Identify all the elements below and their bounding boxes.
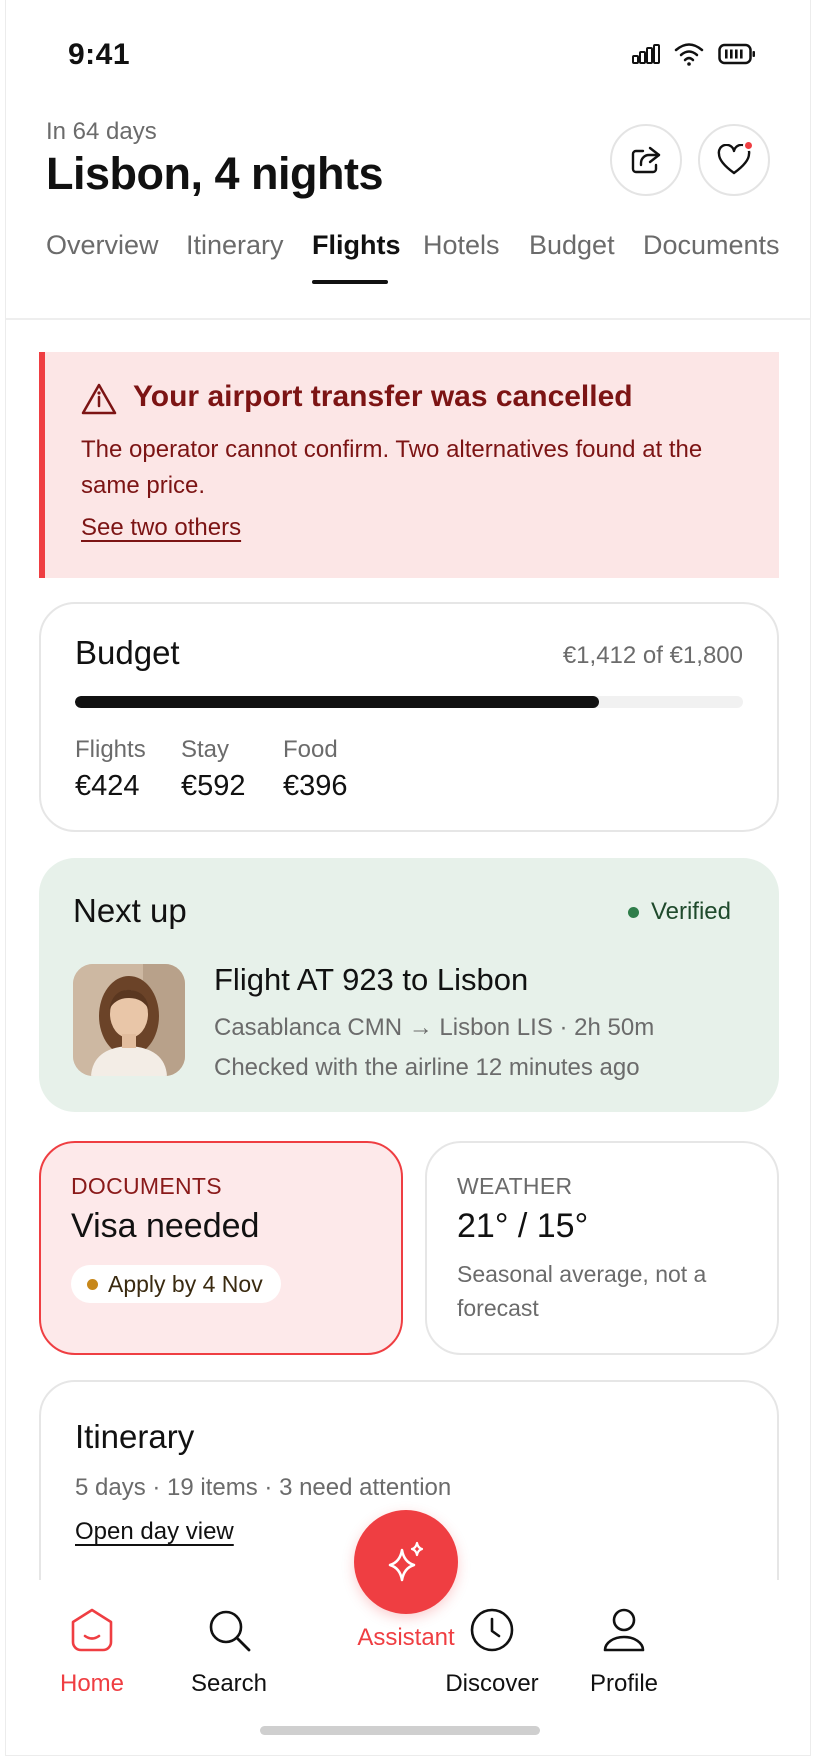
documents-caption: DOCUMENTS bbox=[71, 1173, 222, 1199]
person-photo bbox=[73, 964, 185, 1076]
status-bar: 9:41 bbox=[6, 0, 810, 110]
budget-category-value: €424 bbox=[75, 770, 140, 802]
wifi-icon bbox=[674, 43, 704, 66]
itinerary-title: Itinerary bbox=[75, 1418, 195, 1455]
notification-dot bbox=[743, 140, 754, 151]
weather-card[interactable]: WEATHER 21° / 15° Seasonal average, not … bbox=[425, 1141, 779, 1355]
tab-itinerary[interactable]: Itinerary bbox=[186, 230, 284, 261]
assistant-button[interactable] bbox=[354, 1510, 458, 1614]
budget-category-value: €592 bbox=[181, 770, 246, 802]
see-alternatives-link[interactable]: See two others bbox=[81, 514, 241, 542]
budget-category-stay: Stay €592 bbox=[181, 736, 246, 803]
tab-hotels[interactable]: Hotels bbox=[423, 230, 500, 261]
budget-category-value: €396 bbox=[283, 770, 348, 802]
search-icon bbox=[209, 1610, 251, 1652]
share-button[interactable] bbox=[610, 124, 682, 196]
alert-body: The operator cannot confirm. Two alterna… bbox=[81, 436, 703, 499]
weather-caption: WEATHER bbox=[457, 1173, 573, 1199]
flight-checked-status: Checked with the airline 12 minutes ago bbox=[214, 1054, 640, 1081]
budget-total: €1,412 of €1,800 bbox=[562, 642, 743, 669]
nav-profile[interactable]: Profile bbox=[554, 1600, 694, 1698]
next-up-card[interactable]: Next up Verified Flight AT 923 to Lisbon… bbox=[39, 858, 779, 1112]
documents-card[interactable]: DOCUMENTS Visa needed Apply by 4 Nov bbox=[39, 1141, 403, 1355]
budget-progress-bar bbox=[75, 696, 743, 708]
nav-home-label: Home bbox=[59, 1670, 125, 1697]
trip-tabs: Overview Itinerary Flights Hotels Budget… bbox=[6, 220, 810, 320]
sparkle-icon bbox=[388, 1541, 424, 1582]
home-indicator bbox=[260, 1726, 540, 1735]
next-up-title: Next up bbox=[73, 892, 187, 929]
verified-badge: Verified bbox=[627, 898, 731, 926]
assistant-label: Assistant bbox=[357, 1624, 455, 1651]
budget-progress-fill bbox=[75, 696, 599, 708]
status-icons bbox=[632, 42, 756, 66]
weather-note: Seasonal average, not a forecast bbox=[457, 1261, 707, 1321]
status-time: 9:41 bbox=[68, 38, 131, 71]
info-icon bbox=[81, 383, 117, 415]
nav-search-label: Search bbox=[190, 1670, 268, 1697]
budget-category-food: Food €396 bbox=[283, 736, 348, 803]
page-title: Lisbon, 4 nights bbox=[46, 148, 384, 199]
active-tab-indicator bbox=[312, 280, 388, 284]
verified-label: Verified bbox=[650, 898, 731, 925]
deadline-label: Apply by 4 Nov bbox=[108, 1270, 263, 1297]
tab-documents[interactable]: Documents bbox=[643, 230, 780, 261]
share-icon bbox=[631, 146, 661, 174]
nav-profile-label: Profile bbox=[589, 1670, 659, 1697]
signal-icon bbox=[632, 44, 660, 64]
tab-flights[interactable]: Flights bbox=[312, 230, 401, 261]
alert-title: Your airport transfer was cancelled bbox=[133, 380, 633, 413]
verified-dot bbox=[627, 906, 639, 918]
cancellation-alert: Your airport transfer was cancelled The … bbox=[39, 352, 779, 578]
budget-category-label: Stay bbox=[181, 736, 230, 763]
deadline-dot bbox=[87, 1278, 98, 1290]
itinerary-summary: 5 days · 19 items · 3 need attention bbox=[75, 1474, 452, 1501]
weather-temperature: 21° / 15° bbox=[457, 1207, 589, 1245]
documents-title: Visa needed bbox=[71, 1207, 260, 1245]
flight-title: Flight AT 923 to Lisbon bbox=[214, 962, 529, 997]
avatar bbox=[73, 964, 185, 1076]
flight-route: Casablanca CMN → Lisbon LIS · 2h 50m bbox=[214, 1014, 655, 1041]
budget-card[interactable]: Budget €1,412 of €1,800 Flights €424 Sta… bbox=[39, 602, 779, 832]
deadline-badge: Apply by 4 Nov bbox=[71, 1265, 281, 1303]
budget-category-flights: Flights €424 bbox=[75, 736, 146, 803]
profile-icon bbox=[603, 1608, 645, 1652]
battery-icon bbox=[718, 43, 755, 65]
nav-search[interactable]: Search bbox=[159, 1600, 299, 1698]
budget-category-label: Food bbox=[283, 736, 338, 763]
budget-title: Budget bbox=[75, 634, 180, 671]
nav-discover-label: Discover bbox=[445, 1670, 539, 1697]
favorite-button[interactable] bbox=[698, 124, 770, 196]
tab-overview[interactable]: Overview bbox=[46, 230, 159, 261]
trip-countdown: In 64 days bbox=[46, 118, 157, 145]
budget-category-label: Flights bbox=[75, 736, 146, 763]
nav-home[interactable]: Home bbox=[22, 1600, 162, 1698]
tab-budget[interactable]: Budget bbox=[529, 230, 615, 261]
open-day-view-link[interactable]: Open day view bbox=[75, 1518, 234, 1546]
home-icon bbox=[71, 1608, 113, 1652]
app-screen: 9:41 In 64 days Lisbon, 4 nights Overvie… bbox=[5, 0, 811, 1756]
